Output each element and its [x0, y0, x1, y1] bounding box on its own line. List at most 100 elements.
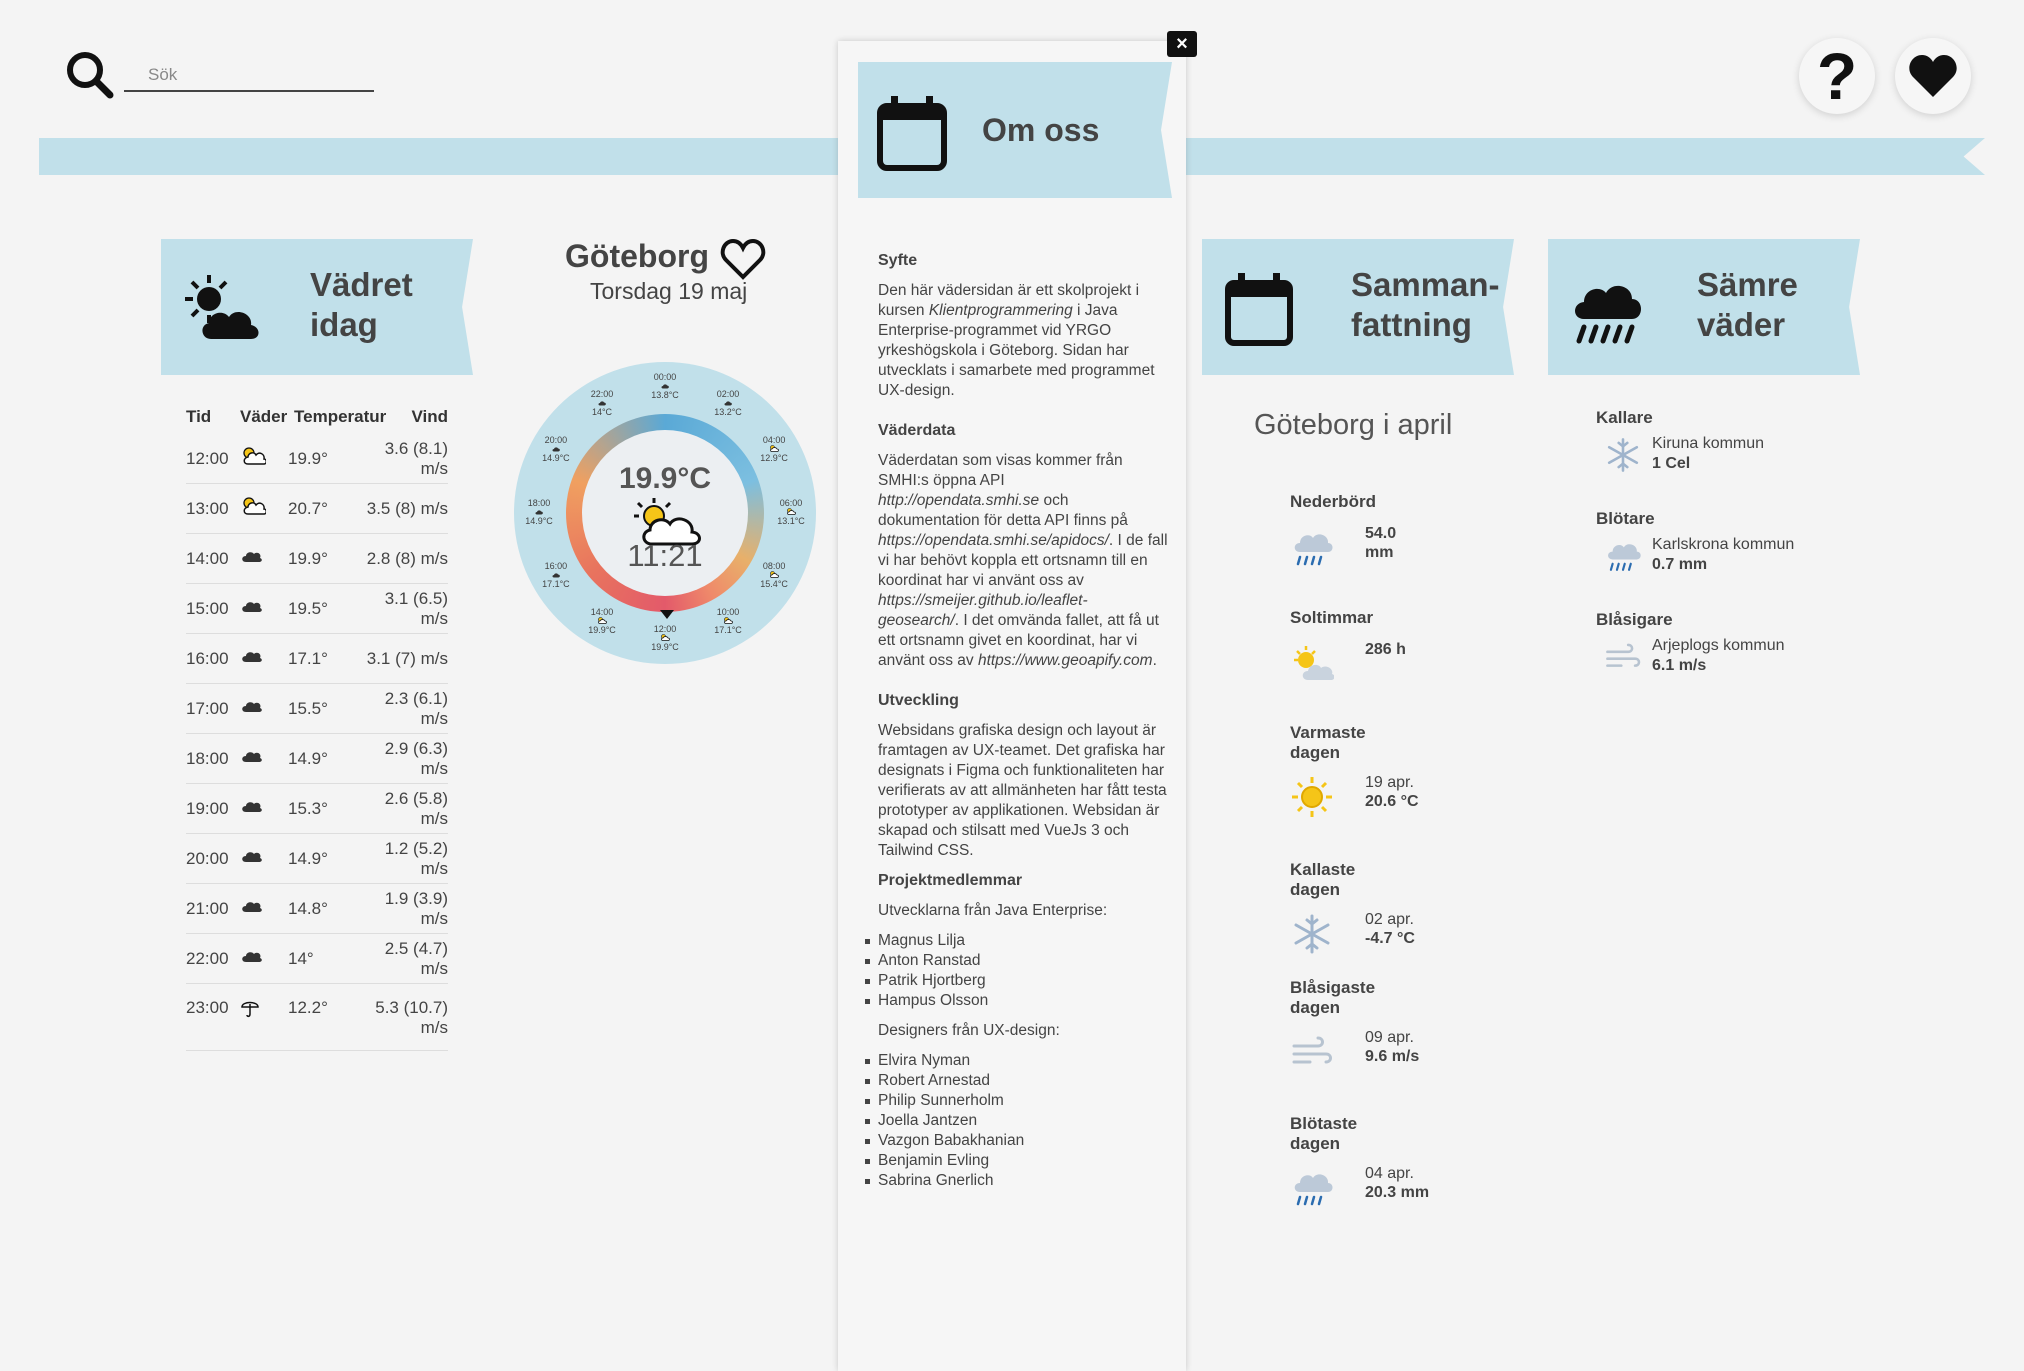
clock-hand-marker	[660, 610, 674, 619]
summary-label: Kallaste dagen	[1290, 860, 1356, 899]
heart-icon	[1909, 55, 1957, 97]
section-heading: Projektmedlemmar	[878, 872, 1023, 889]
rain-cloud-icon	[1290, 526, 1334, 570]
hour-cell: 12:00	[186, 448, 229, 468]
wind-cell: 1.2 (5.2) m/s	[384, 838, 448, 878]
favorite-heart-icon[interactable]	[720, 238, 766, 280]
clock-center: 19.9°C 11:21	[582, 430, 748, 596]
sun-cloud-icon	[708, 617, 748, 625]
clock-hour-marker: 22:00 14°C	[582, 389, 622, 417]
snowflake-icon	[1290, 912, 1334, 956]
table-row: 21:00 14.8° 1.9 (3.9) m/s	[186, 884, 448, 934]
member-item: Anton Ranstad	[865, 951, 1168, 971]
sun-cloud-icon	[645, 634, 685, 642]
syfte-text: Den här vädersidan är ett skolprojekt i …	[878, 282, 1155, 399]
member-item: Vazgon Babakhanian	[865, 1131, 1168, 1151]
hour-cell: 21:00	[186, 898, 229, 918]
rain-cloud-icon	[1290, 1166, 1334, 1210]
wind-cell: 3.1 (6.5) m/s	[384, 588, 448, 628]
clock-ring: 19.9°C 11:21	[566, 414, 764, 612]
section-heading: Syfte	[878, 252, 918, 269]
search-input[interactable]	[124, 60, 374, 92]
summary-label: Blåsigaste dagen	[1290, 978, 1376, 1017]
summary-title: Samman-fattning	[1351, 266, 1500, 343]
summary-item: Blåsigaste dagen 09 apr. 9.6 m/s	[1290, 978, 1419, 1065]
clock-hour-marker: 00:00 13.8°C	[645, 372, 685, 400]
temperature-cell: 19.9°	[288, 548, 328, 568]
summary-subtitle: Göteborg i april	[1254, 409, 1453, 441]
hour-cell: 18:00	[186, 748, 229, 768]
clock-hour-marker: 06:00 13.1°C	[771, 498, 811, 526]
summary-item: Varmaste dagen 19 apr. 20.6 °C	[1290, 723, 1419, 817]
hour-cell: 20:00	[186, 848, 229, 868]
section-heading: Väderdata	[878, 422, 956, 439]
help-button[interactable]: ?	[1799, 38, 1875, 114]
today-table: Tid Väder Temperatur Vind 12:00 19.9° 3.6 …	[186, 400, 448, 1051]
apidocs-link[interactable]: https://opendata.smhi.se/apidocs/	[878, 532, 1109, 549]
favorites-button[interactable]	[1895, 38, 1971, 114]
worse-title: Sämre väder	[1697, 266, 1798, 343]
clock-hour-marker: 16:00 17.1°C	[536, 561, 576, 589]
sun-cloud-icon	[1290, 642, 1335, 686]
worse-value: Arjeplogs kommun 6.1 m/s	[1652, 637, 1785, 674]
wind-cell: 2.8 (8) m/s	[366, 548, 448, 568]
summary-value: 286 h	[1365, 641, 1406, 658]
geoapify-link[interactable]: https://www.geoapify.com	[978, 652, 1153, 669]
hour-cell: 16:00	[186, 648, 229, 668]
sun-cloud-icon	[754, 571, 794, 579]
temperature-cell: 20.7°	[288, 498, 328, 518]
sun-cloud-icon	[185, 275, 259, 339]
wind-cell: 2.5 (4.7) m/s	[384, 938, 448, 978]
cloud-icon	[536, 571, 576, 579]
java-member-list: Magnus Lilja Anton Ranstad Patrik Hjortber…	[865, 931, 1168, 1011]
weather-clock: 00:00 13.8°C 02:00 13.2°C 04:00 12.9°C 06:00 13…	[514, 362, 816, 664]
table-row: 16:00 17.1° 3.1 (7) m/s	[186, 634, 448, 684]
hour-cell: 19:00	[186, 798, 229, 818]
table-row: 15:00 19.5° 3.1 (6.5) m/s	[186, 584, 448, 634]
summary-label: Blötaste dagen	[1290, 1114, 1358, 1153]
member-item: Benjamin Evling	[865, 1151, 1168, 1171]
today-table-header: Tid Väder Temperatur Vind	[186, 400, 448, 434]
member-item: Hampus Olsson	[865, 991, 1168, 1011]
current-time: 11:21	[627, 538, 703, 573]
section-heading: Utveckling	[878, 692, 959, 709]
wind-cell: 3.5 (8) m/s	[366, 498, 448, 518]
temperature-cell: 19.9°	[288, 448, 328, 468]
member-item: Philip Sunnerholm	[865, 1091, 1168, 1111]
search-icon[interactable]	[65, 50, 115, 100]
table-row: 13:00 20.7° 3.5 (8) m/s	[186, 484, 448, 534]
about-modal: Om oss Syfte Den här vädersidan är ett s…	[838, 41, 1186, 1371]
worse-value: Karlskrona kommun 0.7 mm	[1652, 536, 1795, 573]
hour-cell: 17:00	[186, 698, 229, 718]
temperature-cell: 19.5°	[288, 598, 328, 618]
wind-cell: 2.6 (5.8) m/s	[384, 788, 448, 828]
cloud-icon	[645, 382, 685, 390]
cloud-icon	[582, 399, 622, 407]
help-icon: ?	[1816, 39, 1858, 113]
wind-cell: 1.9 (3.9) m/s	[384, 888, 448, 928]
table-row: 19:00 15.3° 2.6 (5.8) m/s	[186, 784, 448, 834]
cloud-icon	[240, 549, 280, 569]
hour-cell: 23:00	[186, 998, 229, 1017]
summary-label: Soltimmar	[1290, 608, 1374, 627]
column-header: Vind	[411, 407, 448, 426]
smhi-link[interactable]: http://opendata.smhi.se	[878, 492, 1039, 509]
close-button[interactable]: ×	[1167, 31, 1197, 57]
summary-card-header: Samman-fattning	[1202, 239, 1514, 375]
clock-hour-marker: 02:00 13.2°C	[708, 389, 748, 417]
wind-cell: 3.1 (7) m/s	[366, 648, 448, 668]
worse-value: Kiruna kommun 1 Cel	[1652, 435, 1765, 472]
member-item: Patrik Hjortberg	[865, 971, 1168, 991]
table-row: 18:00 14.9° 2.9 (6.3) m/s	[186, 734, 448, 784]
cloud-icon	[240, 899, 280, 919]
summary-label: Nederbörd	[1290, 492, 1376, 511]
summary-value: 54.0 mm	[1365, 525, 1397, 561]
temperature-cell: 12.2°	[288, 998, 328, 1017]
column-header: Väder	[240, 407, 288, 426]
today-card-header: Vädret idag	[161, 239, 473, 375]
city-date: Torsdag 19 maj	[590, 278, 748, 304]
temperature-cell: 14.8°	[288, 898, 328, 918]
worse-item: Blötare Karlskrona kommun 0.7 mm	[1596, 509, 1794, 573]
member-item: Sabrina Gnerlich	[865, 1171, 1168, 1191]
cloud-icon	[240, 599, 280, 619]
